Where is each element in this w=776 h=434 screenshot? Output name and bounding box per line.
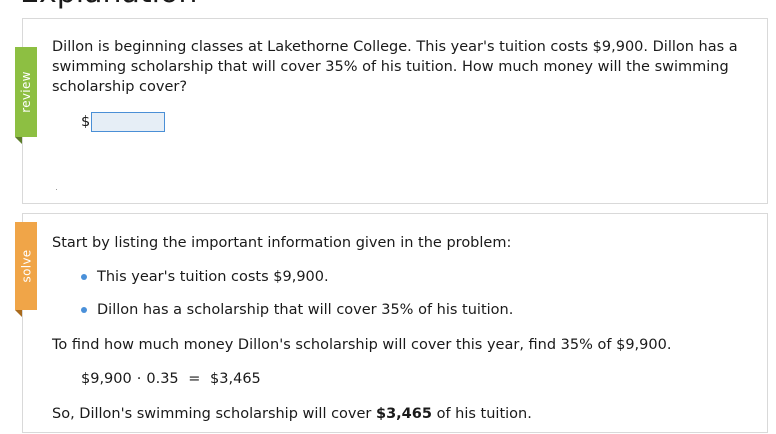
calc-result: $3,465 (210, 371, 261, 387)
calc-left: $9,900 (81, 371, 132, 387)
list-item: Dillon has a scholarship that will cover… (81, 300, 513, 320)
tab-fold-shape (15, 137, 22, 144)
equals-sign: = (188, 371, 201, 387)
conclusion-text: So, Dillon's swimming scholarship will c… (52, 404, 532, 424)
review-panel: review Dillon is beginning classes at La… (15, 18, 768, 204)
bullet-text: Dillon has a scholarship that will cover… (97, 302, 514, 318)
bullet-icon (81, 307, 87, 313)
conclusion-after: of his tuition. (431, 406, 532, 422)
answer-input[interactable] (91, 112, 166, 132)
conclusion-before: So, Dillon's swimming scholarship will c… (52, 406, 376, 422)
calc-right: 0.35 (146, 371, 179, 387)
page-heading: Explanation (20, 0, 197, 8)
solve-panel: solve Start by listing the important inf… (15, 213, 768, 433)
review-tab: review (15, 47, 37, 144)
decorative-dot (56, 189, 57, 190)
solve-find-text: To find how much money Dillon's scholars… (52, 337, 672, 353)
answer-row: $ (81, 112, 166, 132)
tab-fold-shape (15, 310, 22, 317)
solve-tab: solve (15, 222, 37, 317)
multiply-dot: · (136, 371, 142, 387)
solve-intro-text: Start by listing the important informati… (52, 235, 512, 251)
list-item: This year's tuition costs $9,900. (81, 267, 329, 287)
solve-tab-label: solve (19, 249, 34, 283)
dollar-sign: $ (81, 114, 91, 130)
calculation-line: $9,900 · 0.35 = $3,465 (81, 369, 261, 389)
bullet-text: This year's tuition costs $9,900. (97, 269, 329, 285)
review-tab-label: review (19, 71, 33, 113)
question-text: Dillon is beginning classes at Lakethorn… (52, 39, 738, 95)
conclusion-amount: $3,465 (376, 406, 432, 422)
bullet-icon (81, 274, 87, 280)
